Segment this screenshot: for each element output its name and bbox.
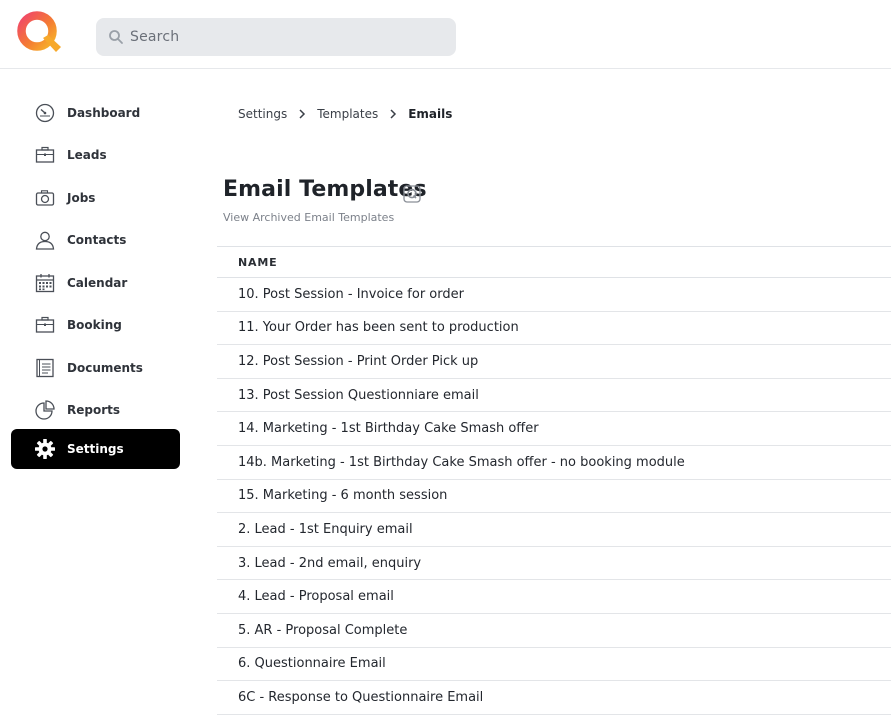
camera-icon (34, 187, 56, 209)
sidebar-item-label: Jobs (67, 191, 96, 205)
top-bar: Search (0, 0, 891, 69)
table-row[interactable]: 6C - Response to Questionnaire Email (217, 681, 891, 715)
sidebar-item-label: Calendar (67, 276, 128, 290)
sidebar-item-label: Booking (67, 318, 122, 332)
person-icon (34, 229, 56, 251)
app-logo[interactable] (16, 9, 62, 55)
document-icon (34, 357, 56, 379)
table-row[interactable]: 14b. Marketing - 1st Birthday Cake Smash… (217, 446, 891, 480)
sidebar-item-documents[interactable]: Documents (11, 348, 180, 388)
breadcrumb-settings[interactable]: Settings (238, 107, 287, 121)
search-icon (108, 29, 124, 45)
sidebar-item-calendar[interactable]: Calendar (11, 263, 180, 303)
pie-chart-icon (34, 399, 56, 421)
table-row[interactable]: 12. Post Session - Print Order Pick up (217, 345, 891, 379)
briefcase-icon (34, 144, 56, 166)
sidebar-item-label: Reports (67, 403, 121, 417)
sidebar-item-label: Dashboard (67, 106, 141, 120)
sidebar-item-leads[interactable]: Leads (11, 135, 180, 175)
search-input[interactable]: Search (96, 18, 456, 56)
gear-icon (34, 438, 56, 460)
sidebar-item-booking[interactable]: Booking (11, 305, 180, 345)
table-row[interactable]: 15. Marketing - 6 month session (217, 480, 891, 514)
chevron-right-icon (287, 109, 317, 119)
table-header-name[interactable]: NAME (217, 246, 891, 278)
table-row[interactable]: 5. AR - Proposal Complete (217, 614, 891, 648)
sidebar-item-label: Contacts (67, 233, 127, 247)
search-placeholder: Search (130, 29, 180, 45)
sidebar-item-settings[interactable]: Settings (11, 429, 180, 469)
sidebar-item-label: Leads (67, 148, 107, 162)
breadcrumb-emails: Emails (408, 107, 453, 121)
page-title: Email Templates (223, 177, 427, 202)
sidebar-item-label: Documents (67, 361, 143, 375)
sidebar-item-contacts[interactable]: Contacts (11, 220, 180, 260)
table-row[interactable]: 11. Your Order has been sent to producti… (217, 312, 891, 346)
table-row[interactable]: 13. Post Session Questionniare email (217, 379, 891, 413)
sidebar-item-jobs[interactable]: Jobs (11, 178, 180, 218)
sidebar-item-reports[interactable]: Reports (11, 390, 180, 430)
breadcrumb: Settings Templates Emails (238, 107, 452, 121)
sidebar: Dashboard Leads Jobs Contacts Calendar B… (0, 69, 190, 711)
sidebar-item-dashboard[interactable]: Dashboard (11, 93, 180, 133)
sidebar-item-label: Settings (67, 442, 124, 456)
table-row[interactable]: 2. Lead - 1st Enquiry email (217, 513, 891, 547)
briefcase-icon (34, 314, 56, 336)
breadcrumb-templates[interactable]: Templates (317, 107, 378, 121)
table-row[interactable]: 6. Questionnaire Email (217, 648, 891, 682)
chevron-right-icon (378, 109, 408, 119)
email-templates-table: NAME 10. Post Session - Invoice for orde… (217, 246, 891, 715)
view-archived-templates-link[interactable]: View Archived Email Templates (223, 211, 394, 224)
table-row[interactable]: 3. Lead - 2nd email, enquiry (217, 547, 891, 581)
help-info-icon[interactable] (403, 185, 421, 203)
calendar-icon (34, 272, 56, 294)
dashboard-gauge-icon (34, 102, 56, 124)
table-row[interactable]: 10. Post Session - Invoice for order (217, 278, 891, 312)
table-row[interactable]: 4. Lead - Proposal email (217, 580, 891, 614)
table-row[interactable]: 14. Marketing - 1st Birthday Cake Smash … (217, 412, 891, 446)
